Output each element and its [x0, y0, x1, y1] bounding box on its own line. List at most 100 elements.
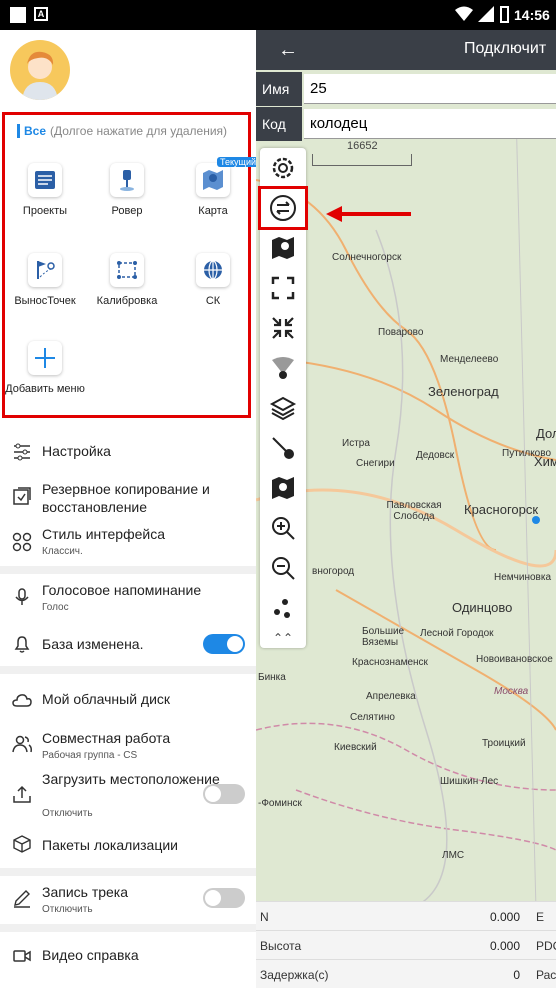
avatar[interactable]	[10, 40, 70, 100]
toggle-knob	[205, 890, 221, 906]
divider	[0, 566, 256, 574]
toggle-knob	[205, 786, 221, 802]
zoom-out-icon	[272, 557, 295, 580]
layers-icon	[269, 396, 297, 421]
navigation-drawer: Все (Долгое нажатие для удаления) Проекты…	[0, 30, 256, 988]
sliders-icon	[14, 443, 30, 461]
coordinate-system-icon	[196, 253, 230, 287]
menu-sublabel: Классич.	[42, 546, 83, 557]
menu-item-localization[interactable]: Пакеты локализации	[0, 826, 256, 866]
menu-item-collab[interactable]: Совместная работа Рабочая группа - CS	[0, 726, 256, 766]
all-row: Все (Долгое нажатие для удаления)	[17, 124, 242, 138]
menu-item-video-help[interactable]: Видео справка	[0, 936, 256, 976]
menu-label: Мой облачный диск	[42, 691, 171, 707]
grid-style-icon	[12, 532, 32, 552]
zoom-in-tool[interactable]	[260, 508, 306, 548]
info-extra: PDC	[536, 939, 556, 953]
map-label: Селятино	[350, 712, 395, 723]
battery-icon	[500, 6, 509, 23]
signal-tool[interactable]	[260, 348, 306, 388]
stakeout-icon	[28, 253, 62, 287]
map-search-icon	[272, 477, 294, 499]
status-bar: A 14:56	[0, 0, 556, 30]
grid-item-calibration[interactable]: Калибровка	[87, 253, 167, 307]
map-label: Дол	[536, 426, 556, 441]
rover-icon	[110, 163, 144, 197]
upload-location-toggle[interactable]	[203, 784, 245, 804]
menu-item-cloud[interactable]: Мой облачный диск	[0, 680, 256, 720]
cloud-icon	[12, 694, 32, 707]
zoom-out-tool[interactable]	[260, 548, 306, 588]
map-label: Химк	[534, 454, 556, 469]
menu-item-style[interactable]: Стиль интерфейса Классич.	[0, 524, 256, 564]
all-tab[interactable]: Все	[17, 124, 47, 138]
grid-item-add-menu[interactable]: Добавить меню	[5, 341, 85, 395]
map-label: Новоивановское	[476, 654, 553, 665]
menu-item-backup[interactable]: Резервное копирование и восстановление	[0, 478, 256, 518]
app-notification-icon: A	[34, 7, 48, 21]
grid-item-map[interactable]: Текущий Карта	[173, 157, 256, 217]
points-tool[interactable]	[260, 588, 306, 628]
projects-icon	[28, 163, 62, 197]
grid-item-cs[interactable]: СК	[173, 253, 253, 307]
signal-cone-icon	[272, 357, 294, 379]
measure-tool[interactable]	[260, 428, 306, 468]
map-label: Немчиновка	[494, 572, 552, 583]
menu-item-base-changed[interactable]: База изменена.	[0, 624, 256, 664]
toggle-knob	[227, 636, 243, 652]
annotation-arrow	[326, 206, 411, 222]
grid-item-label: Ровер	[111, 205, 143, 217]
menu-item-upload-location[interactable]: Загрузить местоположение Отключить	[0, 770, 256, 822]
map-search-tool[interactable]	[260, 468, 306, 508]
menu-item-track[interactable]: Запись трека Отключить	[0, 880, 256, 920]
chevron-up-icon: ⌃⌃	[272, 631, 294, 645]
menu-sublabel: Рабочая группа - CS	[42, 750, 138, 761]
package-icon	[13, 835, 31, 853]
menu-label: Голосовое напоминание	[42, 582, 202, 598]
map-label: Апрелевка	[366, 691, 416, 702]
info-value: 0	[513, 968, 520, 982]
quick-menu-panel: Все (Долгое нажатие для удаления) Проекты…	[2, 112, 256, 418]
grid-item-rover[interactable]: Ровер	[87, 163, 167, 217]
map-label: Краснознаменск	[352, 657, 428, 668]
menu-label: Резервное копирование и восстановление	[42, 481, 210, 515]
grid-item-projects[interactable]: Проекты	[5, 163, 85, 217]
microphone-icon	[15, 588, 29, 605]
backup-icon	[13, 487, 31, 505]
signal-icon	[478, 6, 494, 22]
info-value: 0.000	[489, 910, 520, 924]
map-label: Троицкий	[482, 738, 526, 749]
map-panel[interactable]: ← Подключит Имя 25 Код колодец 16652 ⌃⌃ …	[256, 30, 556, 988]
grid-item-label: Калибровка	[96, 295, 158, 307]
upload-icon	[13, 785, 31, 803]
menu-sublabel: Отключить	[42, 904, 93, 915]
pen-icon	[14, 890, 30, 908]
track-toggle[interactable]	[203, 888, 245, 908]
menu-label: Видео справка	[42, 947, 139, 963]
dots-icon	[274, 599, 290, 618]
screen: A 14:56 ← Подключит Имя 25 Код колодец 1…	[0, 0, 556, 988]
map-label: Поварово	[378, 327, 424, 338]
grid-item-stakeout[interactable]: ВыносТочек	[5, 253, 85, 307]
menu-label: Стиль интерфейса	[42, 526, 165, 542]
map-label: Бинка	[258, 672, 286, 683]
layers-tool[interactable]	[260, 388, 306, 428]
map-label: Менделеево	[440, 354, 499, 365]
menu-item-voice[interactable]: Голосовое напоминание Голос	[0, 578, 256, 618]
divider	[0, 666, 256, 674]
grid-item-label: Карта	[198, 205, 228, 217]
map-label: Москва	[494, 686, 529, 697]
all-hint: (Долгое нажатие для удаления)	[50, 124, 228, 138]
expand-toolbar-button[interactable]: ⌃⌃	[260, 628, 306, 648]
info-row-n: N 0.000 E	[256, 901, 556, 930]
status-time: 14:56	[514, 7, 550, 23]
info-extra: Рас	[536, 968, 556, 982]
menu-item-settings[interactable]: Настройка	[0, 432, 256, 472]
base-changed-toggle[interactable]	[203, 634, 245, 654]
grid-item-label: ВыносТочек	[14, 295, 76, 307]
map-label: ЛМС	[442, 850, 465, 861]
map-label: Красногорск	[464, 502, 539, 517]
map-label: Дедовск	[416, 450, 455, 461]
info-key: Высота	[260, 939, 302, 953]
info-key: Задержка(с)	[260, 968, 329, 982]
